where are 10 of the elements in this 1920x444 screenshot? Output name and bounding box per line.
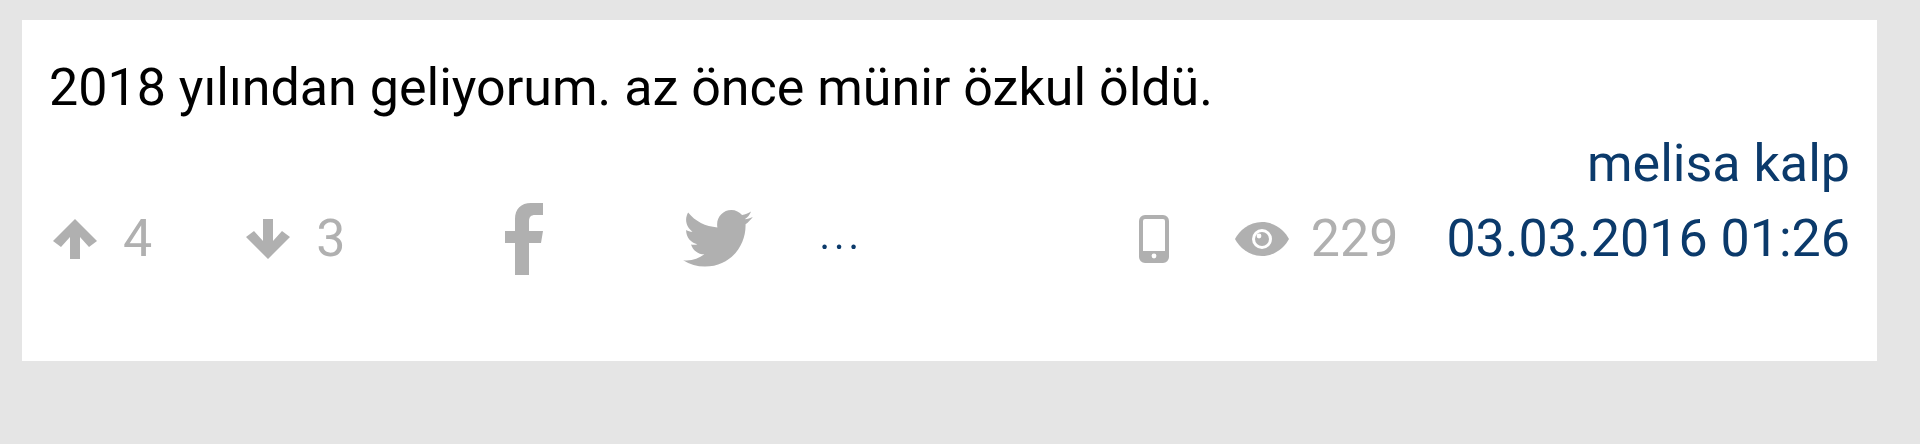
facebook-icon <box>505 203 544 275</box>
entry-date-link[interactable]: 03.03.2016 01:26 <box>1446 200 1850 278</box>
facebook-share-button[interactable] <box>505 203 544 275</box>
twitter-share-button[interactable] <box>683 210 754 268</box>
bird-icon <box>683 210 754 268</box>
view-count: 229 <box>1310 207 1399 271</box>
eye-icon <box>1234 222 1289 256</box>
author-link[interactable]: melisa kalp <box>1587 132 1850 196</box>
entry-text: 2018 yılından geliyorum. az önce münir özkul öldü. <box>49 56 1214 120</box>
more-button[interactable]: ... <box>819 216 864 262</box>
